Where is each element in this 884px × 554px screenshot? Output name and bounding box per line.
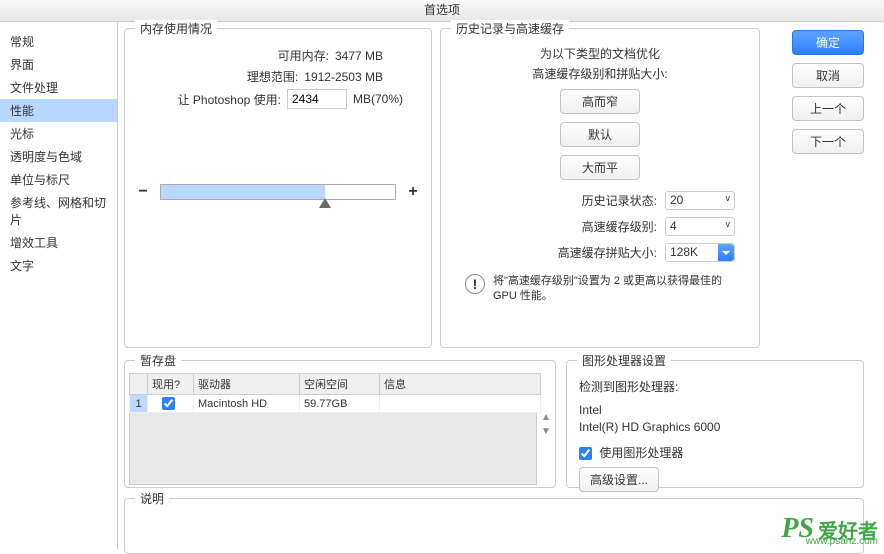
watermark: PS 爱好者 www.psahz.com — [781, 513, 878, 545]
col-active[interactable]: 现用? — [148, 374, 194, 395]
sidebar-item-type[interactable]: 文字 — [0, 254, 117, 277]
scratch-info — [380, 395, 541, 413]
row-number: 1 — [130, 395, 148, 413]
sidebar-item-plugins[interactable]: 增效工具 — [0, 231, 117, 254]
memory-decrease-button[interactable]: − — [136, 183, 150, 201]
sidebar-item-performance[interactable]: 性能 — [0, 99, 117, 122]
sidebar-item-cursors[interactable]: 光标 — [0, 122, 117, 145]
col-num — [130, 374, 148, 395]
preset-default-button[interactable]: 默认 — [560, 122, 640, 147]
warning-icon: ! — [465, 274, 485, 294]
history-optimize-for: 为以下类型的文档优化 — [451, 45, 749, 62]
scratch-free: 59.77GB — [300, 395, 380, 413]
table-row: 1 Macintosh HD 59.77GB — [130, 395, 541, 413]
sidebar-item-guides[interactable]: 参考线、网格和切片 — [0, 191, 117, 231]
gpu-settings-group: 图形处理器设置 检测到图形处理器: Intel Intel(R) HD Grap… — [566, 360, 864, 488]
ideal-range-label: 理想范围: — [247, 68, 298, 85]
memory-slider[interactable] — [160, 184, 396, 200]
slider-thumb-icon[interactable] — [319, 198, 331, 208]
sidebar-item-filehandling[interactable]: 文件处理 — [0, 76, 117, 99]
gpu-model: Intel(R) HD Graphics 6000 — [579, 420, 851, 434]
use-gpu-label: 使用图形处理器 — [599, 446, 683, 460]
memory-increase-button[interactable]: + — [406, 183, 420, 201]
let-ps-use-label: 让 Photoshop 使用: — [178, 91, 281, 108]
prev-button[interactable]: 上一个 — [792, 96, 864, 121]
history-states-select[interactable]: 20v — [665, 191, 735, 210]
memory-title: 内存使用情况 — [135, 20, 217, 37]
history-cache-group: 历史记录与高速缓存 为以下类型的文档优化 高速缓存级别和拼贴大小: 高而窄 默认… — [440, 28, 760, 348]
ideal-range-value: 1912-2503 MB — [304, 70, 383, 84]
history-states-label: 历史记录状态: — [582, 192, 657, 209]
description-group: 说明 — [124, 498, 864, 554]
cache-tile-label: 高速缓存拼贴大小: — [558, 244, 657, 261]
col-free[interactable]: 空闲空间 — [300, 374, 380, 395]
gpu-vendor: Intel — [579, 403, 851, 417]
gpu-title: 图形处理器设置 — [577, 352, 671, 369]
gpu-detected-label: 检测到图形处理器: — [579, 378, 851, 395]
ok-button[interactable]: 确定 — [792, 30, 864, 55]
cache-note: 将"高速缓存级别"设置为 2 或更高以获得最佳的 GPU 性能。 — [493, 274, 735, 305]
move-up-button[interactable]: ▲ — [540, 410, 552, 424]
cache-levels-label: 高速缓存级别: — [582, 218, 657, 235]
scratch-drive: Macintosh HD — [194, 395, 300, 413]
move-down-button[interactable]: ▼ — [540, 424, 552, 438]
desc-title: 说明 — [135, 490, 169, 507]
memory-input[interactable] — [287, 89, 347, 109]
memory-group: 内存使用情况 可用内存: 3477 MB 理想范围: 1912-2503 MB … — [124, 28, 432, 348]
sidebar-item-transparency[interactable]: 透明度与色域 — [0, 145, 117, 168]
history-title: 历史记录与高速缓存 — [451, 20, 569, 37]
cache-levels-select[interactable]: 4v — [665, 217, 735, 236]
use-gpu-checkbox[interactable] — [579, 447, 592, 460]
scratch-table: 现用? 驱动器 空闲空间 信息 1 Macintosh HD 59.77GB — [129, 373, 541, 413]
preset-tall-button[interactable]: 高而窄 — [560, 89, 640, 114]
scratch-active-checkbox[interactable] — [162, 397, 175, 410]
col-info[interactable]: 信息 — [380, 374, 541, 395]
preferences-sidebar: 常规 界面 文件处理 性能 光标 透明度与色域 单位与标尺 参考线、网格和切片 … — [0, 22, 118, 549]
sidebar-item-interface[interactable]: 界面 — [0, 53, 117, 76]
cancel-button[interactable]: 取消 — [792, 63, 864, 88]
sidebar-item-units[interactable]: 单位与标尺 — [0, 168, 117, 191]
col-drive[interactable]: 驱动器 — [194, 374, 300, 395]
cache-tile-select[interactable]: 128K — [665, 243, 735, 262]
preset-big-button[interactable]: 大而平 — [560, 155, 640, 180]
scratch-title: 暂存盘 — [135, 352, 181, 369]
gpu-advanced-button[interactable]: 高级设置... — [579, 467, 659, 492]
window-title: 首选项 — [0, 0, 884, 22]
available-ram-value: 3477 MB — [335, 49, 383, 63]
next-button[interactable]: 下一个 — [792, 129, 864, 154]
sidebar-item-general[interactable]: 常规 — [0, 30, 117, 53]
available-ram-label: 可用内存: — [278, 47, 329, 64]
scratch-disks-group: 暂存盘 现用? 驱动器 空闲空间 信息 1 Macintosh HD 59.77… — [124, 360, 556, 488]
history-cache-size: 高速缓存级别和拼贴大小: — [451, 65, 749, 82]
memory-suffix: MB(70%) — [353, 92, 403, 106]
scratch-empty-area — [129, 413, 537, 485]
